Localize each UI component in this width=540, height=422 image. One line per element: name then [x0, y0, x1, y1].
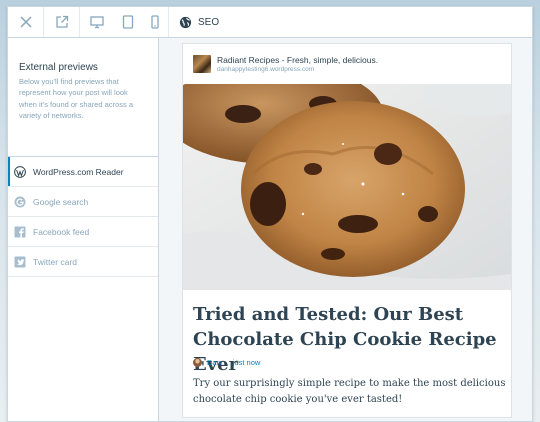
wordpress-icon — [14, 165, 26, 178]
card-site-header: Radiant Recipes - Fresh, simple, delicio… — [183, 44, 511, 84]
phone-device-button[interactable] — [141, 7, 168, 37]
post-meta: Dan just now — [193, 358, 260, 367]
seo-tab[interactable]: SEO — [169, 7, 219, 37]
sidebar-item-facebook-feed[interactable]: Facebook feed — [8, 217, 158, 247]
site-info: Radiant Recipes - Fresh, simple, delicio… — [217, 55, 378, 74]
twitter-icon — [14, 256, 26, 268]
sidebar-item-label: Google search — [33, 196, 89, 207]
sidebar-item-wordpress-reader[interactable]: WordPress.com Reader — [8, 157, 158, 187]
sidebar-item-twitter-card[interactable]: Twitter card — [8, 247, 158, 277]
sidebar-item-label: Facebook feed — [33, 226, 90, 237]
preview-network-list: WordPress.com Reader Google search Faceb… — [8, 156, 158, 277]
device-switcher — [80, 7, 169, 37]
sidebar-item-label: Twitter card — [33, 256, 77, 267]
seo-label: SEO — [198, 16, 220, 28]
desktop-device-button[interactable] — [80, 7, 114, 37]
featured-image — [183, 84, 511, 290]
external-link-icon — [55, 15, 68, 28]
site-name: Radiant Recipes - Fresh, simple, delicio… — [217, 54, 379, 65]
preview-sidebar: External previews Below you'll find prev… — [8, 38, 159, 421]
facebook-icon — [14, 226, 26, 238]
desktop-icon — [90, 16, 104, 29]
cookie-photo — [183, 84, 511, 290]
tablet-icon — [122, 15, 133, 29]
phone-icon — [150, 15, 159, 29]
tablet-device-button[interactable] — [114, 7, 141, 37]
preview-toolbar: SEO — [8, 7, 532, 38]
site-icon — [193, 55, 211, 73]
author-avatar — [193, 358, 202, 367]
open-external-button[interactable] — [44, 7, 80, 37]
post-excerpt: Try our surprisingly simple recipe to ma… — [193, 378, 506, 405]
sidebar-title: External previews — [19, 62, 98, 73]
preview-modal: SEO External previews Below you'll find … — [7, 6, 533, 422]
google-icon — [14, 196, 26, 208]
preview-pane: Radiant Recipes - Fresh, simple, delicio… — [159, 38, 532, 421]
sidebar-item-label: WordPress.com Reader — [33, 166, 124, 177]
reader-preview-card: Radiant Recipes - Fresh, simple, delicio… — [182, 43, 512, 418]
site-url: danhappytesting6.wordpress.com — [217, 65, 315, 73]
close-icon — [19, 16, 32, 28]
post-time[interactable]: just now — [233, 358, 261, 367]
author-name[interactable]: Dan — [207, 358, 221, 367]
globe-icon — [179, 16, 192, 28]
sidebar-description: Below you'll find previews that represen… — [19, 77, 133, 121]
sidebar-item-google-search[interactable]: Google search — [8, 187, 158, 217]
close-button[interactable] — [8, 7, 44, 37]
sidebar-header: External previews Below you'll find prev… — [8, 38, 158, 156]
